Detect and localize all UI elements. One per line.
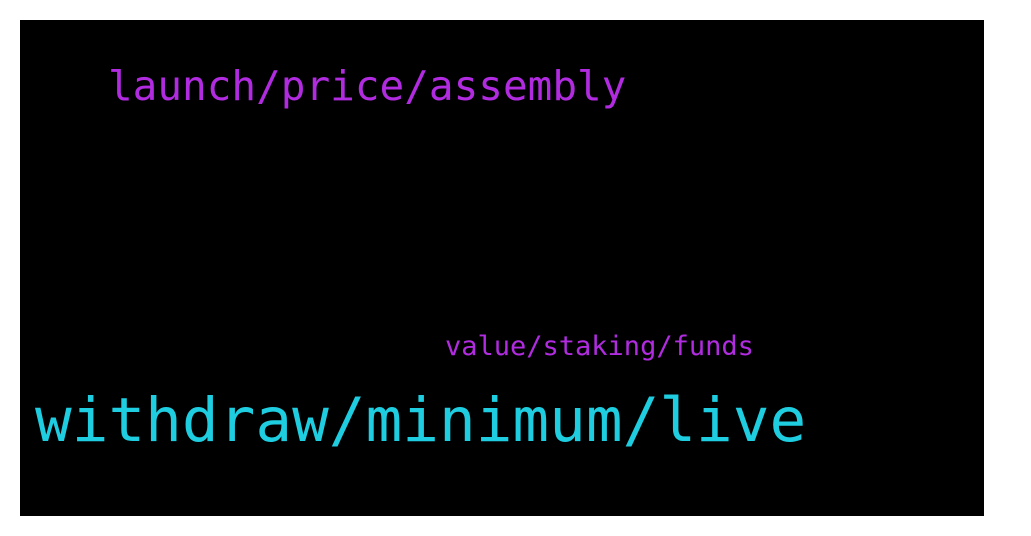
word-cloud-canvas: launch/price/assembly value/staking/fund… (20, 20, 984, 516)
word-withdraw-minimum-live: withdraw/minimum/live (35, 385, 807, 456)
word-launch-price-assembly: launch/price/assembly (108, 62, 627, 110)
word-value-staking-funds: value/staking/funds (445, 331, 754, 362)
